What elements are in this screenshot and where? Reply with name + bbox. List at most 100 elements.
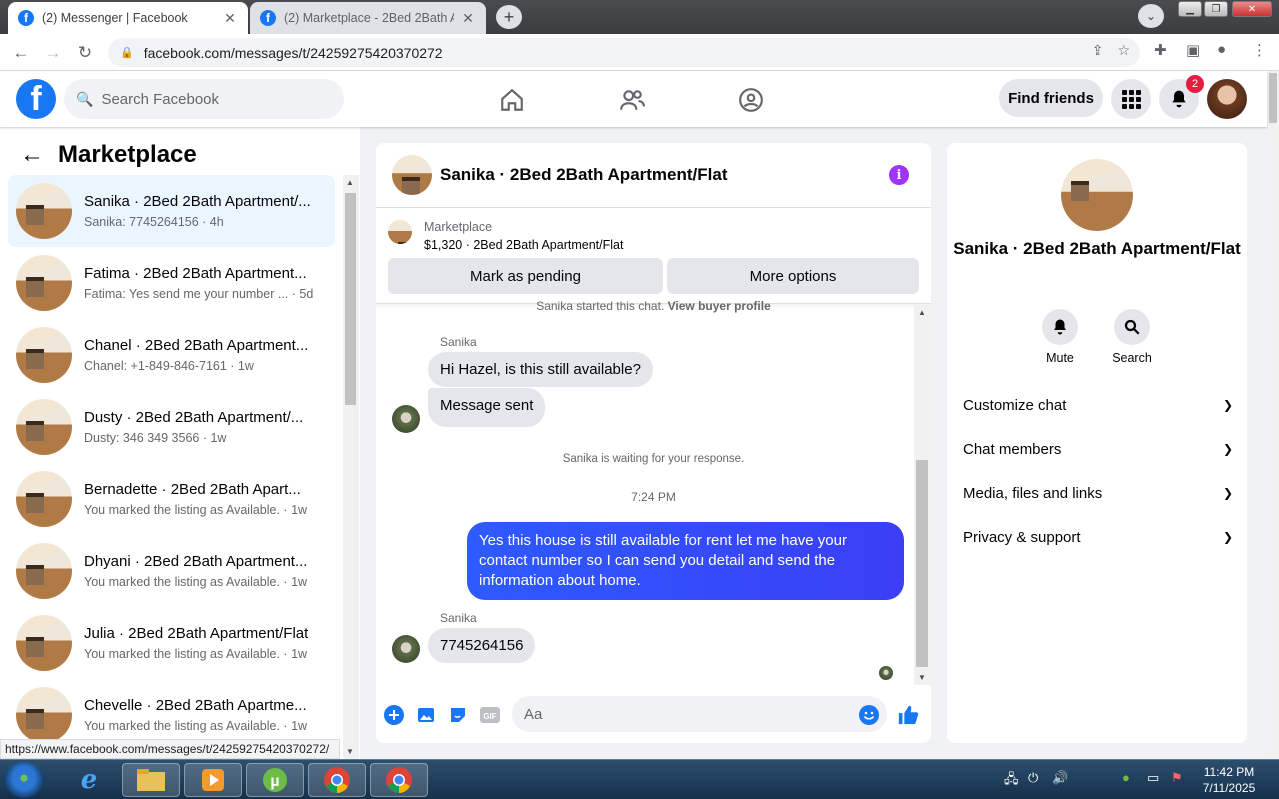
message-input[interactable]: Aa bbox=[512, 696, 887, 732]
side-panel-icon[interactable]: ▣ bbox=[1186, 41, 1200, 59]
mute-button[interactable]: Mute bbox=[1030, 309, 1090, 365]
chat-scrollbar[interactable]: ▲ ▼ bbox=[914, 305, 931, 685]
listing-thumbnail bbox=[16, 255, 72, 311]
mark-as-pending-button[interactable]: Mark as pending bbox=[388, 258, 663, 294]
tab-search-chevron-icon[interactable]: ⌄ bbox=[1138, 4, 1164, 28]
privacy-support-row[interactable]: Privacy & support ❯ bbox=[963, 515, 1233, 559]
conversation-list: Sanika · 2Bed 2Bath Apartment/... Sanika:… bbox=[8, 175, 335, 751]
search-in-chat-button[interactable]: Search bbox=[1102, 309, 1162, 365]
facebook-header: f 🔍 Search Facebook Find friends 2 bbox=[0, 71, 1267, 127]
photo-icon[interactable] bbox=[415, 704, 437, 726]
listing-price[interactable]: $1,320 · 2Bed 2Bath Apartment/Flat bbox=[424, 236, 623, 254]
chrome-icon[interactable] bbox=[308, 763, 366, 797]
browser-menu-icon[interactable]: ⋮ bbox=[1252, 41, 1267, 59]
bookmark-star-icon[interactable]: ☆ bbox=[1117, 42, 1130, 59]
status-url-tooltip: https://www.facebook.com/messages/t/2425… bbox=[0, 739, 340, 759]
outgoing-message[interactable]: Yes this house is still available for re… bbox=[467, 522, 904, 600]
listing-mini-thumbnail[interactable] bbox=[388, 220, 412, 244]
account-avatar[interactable] bbox=[1207, 79, 1247, 119]
chevron-down-icon: ❯ bbox=[1222, 486, 1233, 500]
emoji-icon[interactable] bbox=[858, 704, 880, 726]
gif-icon[interactable]: GIF bbox=[479, 704, 501, 726]
page-scrollbar[interactable] bbox=[1267, 71, 1279, 759]
listing-thumbnail[interactable] bbox=[392, 155, 432, 195]
conversation-item[interactable]: Fatima · 2Bed 2Bath Apartment... Fatima: … bbox=[8, 247, 335, 319]
search-input[interactable]: 🔍 Search Facebook bbox=[64, 79, 344, 119]
sticker-icon[interactable] bbox=[447, 704, 469, 726]
listing-profile-picture[interactable] bbox=[1061, 159, 1133, 231]
more-options-button[interactable]: More options bbox=[667, 258, 919, 294]
sender-name: Sanika bbox=[440, 335, 477, 349]
power-tray-icon[interactable]: ⏻ bbox=[1028, 770, 1038, 786]
start-button-icon[interactable] bbox=[4, 762, 44, 798]
listing-thumbnail bbox=[16, 615, 72, 671]
facebook-logo-icon[interactable]: f bbox=[16, 79, 56, 119]
media-player-icon[interactable] bbox=[184, 763, 242, 797]
conversation-item[interactable]: Dhyani · 2Bed 2Bath Apartment... You mark… bbox=[8, 535, 335, 607]
file-explorer-icon[interactable] bbox=[122, 763, 180, 797]
utorrent-tray-icon[interactable]: ● bbox=[1122, 770, 1130, 785]
back-icon[interactable]: ← bbox=[8, 40, 34, 66]
conversation-preview: Fatima: Yes send me your number ... · 5d bbox=[84, 287, 314, 301]
reload-icon[interactable]: ↻ bbox=[72, 40, 98, 66]
profile-icon[interactable]: ● bbox=[1217, 41, 1226, 58]
conversation-item[interactable]: Dusty · 2Bed 2Bath Apartment/... Dusty: 3… bbox=[8, 391, 335, 463]
conversation-name: Chanel · 2Bed 2Bath Apartment... bbox=[84, 337, 309, 354]
conversation-name: Julia · 2Bed 2Bath Apartment/Flat bbox=[84, 625, 309, 642]
media-files-links-row[interactable]: Media, files and links ❯ bbox=[963, 471, 1233, 515]
conversation-preview: You marked the listing as Available. · 1… bbox=[84, 575, 308, 589]
extensions-icon[interactable]: ✚ bbox=[1154, 41, 1167, 59]
close-tab-icon[interactable]: ✕ bbox=[460, 10, 476, 27]
view-buyer-profile-link[interactable]: View buyer profile bbox=[668, 299, 771, 313]
tab-messenger[interactable]: f (2) Messenger | Facebook ✕ bbox=[8, 2, 248, 34]
chat-members-row[interactable]: Chat members ❯ bbox=[963, 427, 1233, 471]
plus-icon[interactable] bbox=[383, 704, 405, 726]
utorrent-icon[interactable]: µ bbox=[246, 763, 304, 797]
flag-tray-icon[interactable]: ⚑ bbox=[1171, 770, 1183, 786]
forward-icon[interactable]: → bbox=[40, 40, 66, 66]
listing-source: Marketplace bbox=[424, 220, 493, 234]
svg-text:GIF: GIF bbox=[483, 712, 496, 721]
close-window-button[interactable]: ✕ bbox=[1232, 1, 1272, 17]
back-arrow-icon[interactable]: ← bbox=[20, 141, 44, 169]
new-tab-button[interactable]: + bbox=[496, 5, 522, 29]
maximize-button[interactable]: ❐ bbox=[1204, 1, 1228, 17]
internet-explorer-icon[interactable]: e bbox=[60, 763, 118, 797]
incoming-message[interactable]: Hi Hazel, is this still available? bbox=[428, 352, 653, 387]
listing-thumbnail bbox=[16, 183, 72, 239]
listing-thumbnail bbox=[16, 399, 72, 455]
find-friends-button[interactable]: Find friends bbox=[999, 79, 1103, 117]
network-tray-icon[interactable]: 🖧 bbox=[1004, 770, 1019, 792]
conversation-item[interactable]: Julia · 2Bed 2Bath Apartment/Flat You mar… bbox=[8, 607, 335, 679]
groups-icon[interactable] bbox=[736, 85, 766, 115]
tab-marketplace[interactable]: f (2) Marketplace - 2Bed 2Bath Apartment… bbox=[250, 2, 486, 34]
conversation-item[interactable]: Chanel · 2Bed 2Bath Apartment... Chanel: … bbox=[8, 319, 335, 391]
conversation-item[interactable]: Bernadette · 2Bed 2Bath Apart... You mark… bbox=[8, 463, 335, 535]
minimize-button[interactable]: ▁ bbox=[1178, 1, 1202, 17]
address-bar-row: ← → ↻ 🔒 facebook.com/messages/t/24259275… bbox=[0, 34, 1279, 71]
conversation-item[interactable]: Sanika · 2Bed 2Bath Apartment/... Sanika:… bbox=[8, 175, 335, 247]
sender-avatar[interactable] bbox=[392, 405, 420, 433]
menu-grid-icon[interactable] bbox=[1111, 79, 1151, 119]
volume-tray-icon[interactable]: 🔊 bbox=[1052, 770, 1068, 786]
chat-title[interactable]: Sanika · 2Bed 2Bath Apartment/Flat bbox=[440, 165, 728, 185]
conversation-scrollbar[interactable]: ▲ ▼ bbox=[343, 175, 359, 759]
taskbar-clock[interactable]: 11:42 PM 7/11/2025 bbox=[1196, 764, 1262, 796]
friends-icon[interactable] bbox=[617, 85, 647, 115]
thumbs-up-icon[interactable] bbox=[897, 704, 919, 726]
sender-avatar[interactable] bbox=[392, 635, 420, 663]
listing-thumbnail bbox=[16, 543, 72, 599]
chat-details-name: Sanika · 2Bed 2Bath Apartment/Flat bbox=[947, 239, 1247, 259]
share-icon[interactable]: ⇪ bbox=[1092, 42, 1104, 59]
home-icon[interactable] bbox=[497, 85, 527, 115]
search-label: Search bbox=[1112, 351, 1152, 365]
facebook-favicon-icon: f bbox=[260, 10, 276, 26]
incoming-message[interactable]: 7745264156 bbox=[428, 628, 536, 663]
customize-chat-row[interactable]: Customize chat ❯ bbox=[963, 383, 1233, 427]
incoming-message[interactable]: Message sent bbox=[428, 388, 546, 427]
chrome-icon[interactable] bbox=[370, 763, 428, 797]
display-tray-icon[interactable]: ▭ bbox=[1147, 770, 1159, 786]
url-field[interactable]: 🔒 facebook.com/messages/t/24259275420370… bbox=[108, 38, 1140, 67]
info-icon[interactable]: i bbox=[889, 165, 909, 185]
close-tab-icon[interactable]: ✕ bbox=[222, 10, 238, 27]
